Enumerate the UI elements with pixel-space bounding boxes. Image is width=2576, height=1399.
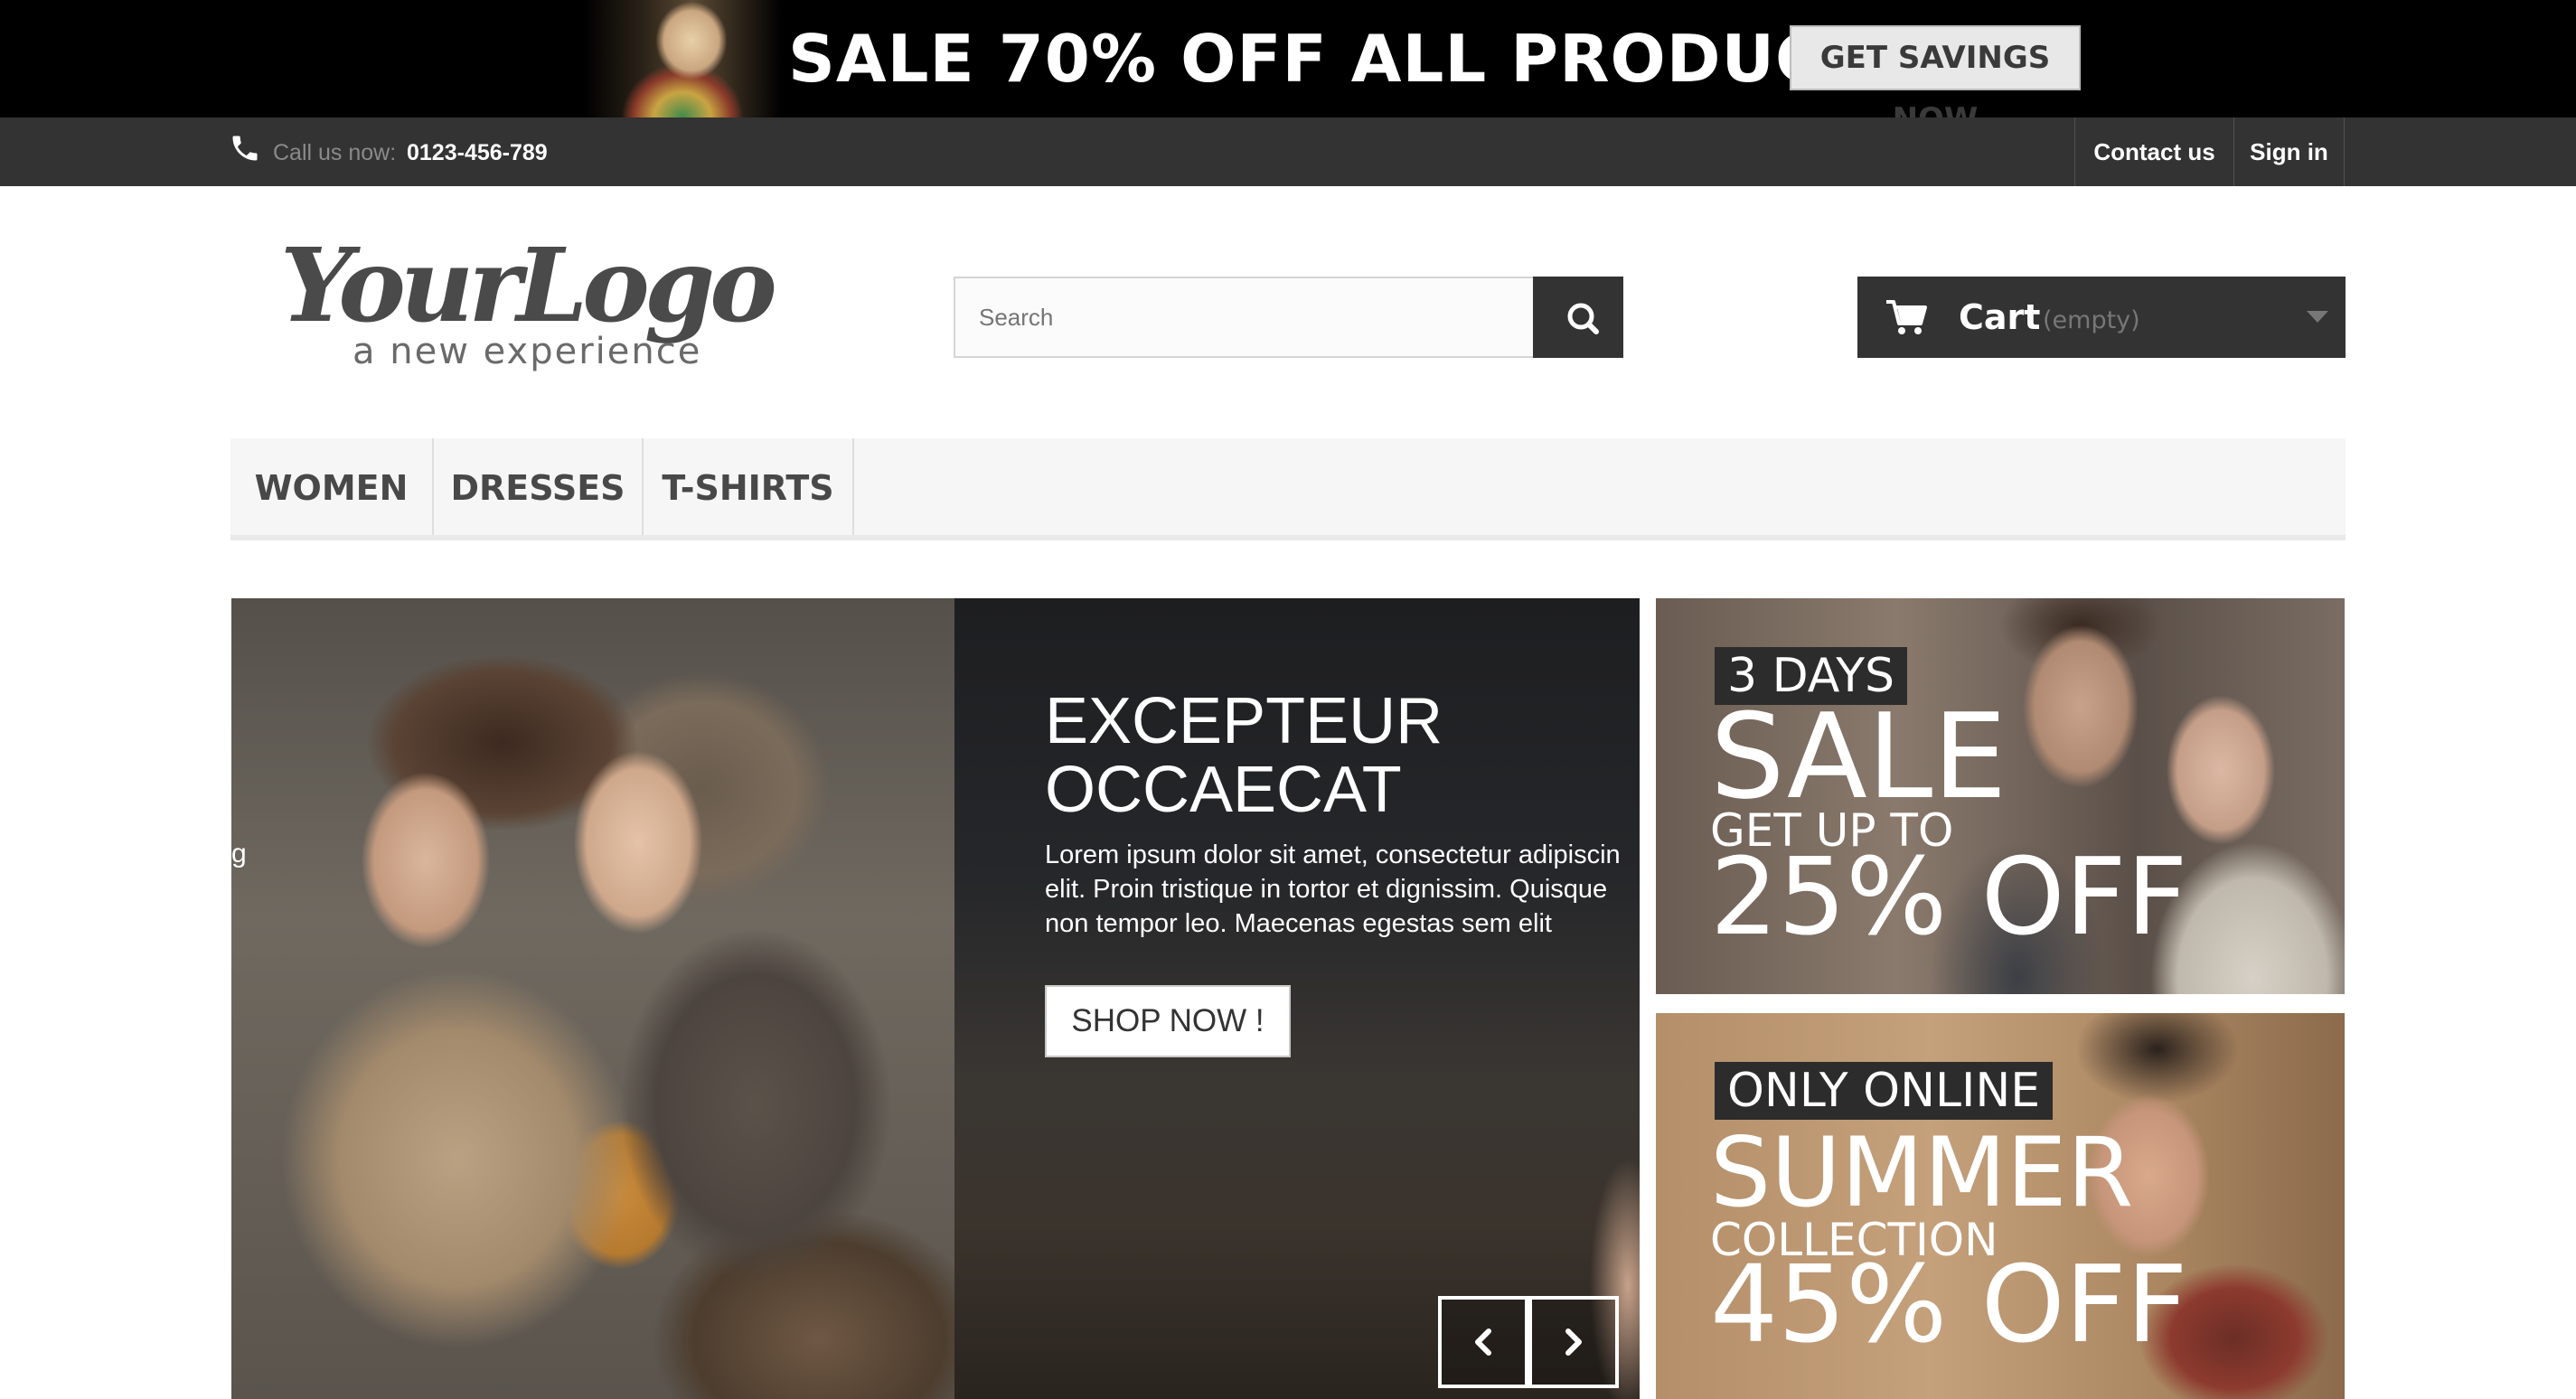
slide-cutoff-text: g	[231, 839, 247, 869]
slide-description: Lorem ipsum dolor sit amet, consectetur …	[1045, 838, 1640, 941]
slide-title: EXCEPTEUR OCCAECAT	[1045, 687, 1587, 824]
slide-image-women	[231, 598, 954, 1399]
slide-text-line-1: Lorem ipsum dolor sit amet, consectetur …	[1045, 840, 1621, 869]
main-menu: WOMEN DRESSES T-SHIRTS	[230, 438, 2346, 540]
chevron-left-icon	[1475, 1329, 1491, 1356]
slide-title-line-2: OCCAECAT	[1045, 754, 1402, 826]
banner-headline: SUMMER	[1710, 1117, 2134, 1228]
sign-in-link[interactable]: Sign in	[2233, 117, 2345, 186]
call-us-label: Call us now:	[273, 140, 397, 165]
top-nav-bar: Call us now: 0123-456-789 Contact us Sig…	[0, 117, 2576, 186]
logo-main-text: YourLogo	[280, 227, 775, 345]
phone-icon	[232, 136, 258, 161]
phone-number: 0123-456-789	[407, 140, 548, 165]
logo-image: YourLogo a new experience	[280, 227, 780, 372]
home-slider[interactable]: g EXCEPTEUR OCCAECAT Lorem ipsum dolor s…	[231, 598, 1640, 1399]
slide-title-line-1: EXCEPTEUR	[1045, 685, 1443, 757]
banner-headline: SALE	[1710, 688, 2007, 825]
search-button[interactable]	[1533, 277, 1623, 358]
shop-now-button[interactable]: SHOP NOW !	[1045, 985, 1291, 1057]
cart-status: (empty)	[2043, 306, 2140, 334]
site-logo[interactable]: YourLogo a new experience	[271, 226, 795, 380]
banner-tag: ONLY ONLINE	[1715, 1062, 2054, 1120]
get-savings-button[interactable]: GET SAVINGS NOW	[1790, 25, 2081, 117]
promo-model-image	[583, 0, 782, 117]
sale-banner[interactable]: 3 DAYS SALE GET UP TO 25% OFF	[1656, 598, 2345, 994]
promo-banner[interactable]: SALE 70% OFF ALL PRODUCTS GET SAVINGS NO…	[0, 0, 2576, 117]
contact-us-link[interactable]: Contact us	[2074, 117, 2233, 186]
banner-discount: 45% OFF	[1710, 1242, 2188, 1366]
menu-item-women[interactable]: WOMEN	[230, 438, 434, 535]
logo-tagline: a new experience	[353, 331, 701, 372]
cart-icon	[1886, 300, 1927, 334]
promo-text: SALE 70% OFF ALL PRODUCTS	[788, 21, 1917, 97]
caret-down-icon	[2307, 311, 2328, 323]
chevron-right-icon	[1565, 1329, 1582, 1356]
summer-collection-banner[interactable]: ONLY ONLINE SUMMER COLLECTION 45% OFF	[1656, 1013, 2345, 1399]
cart-label: Cart	[1959, 297, 2041, 337]
menu-item-t-shirts[interactable]: T-SHIRTS	[644, 438, 854, 535]
slide-text-line-2: elit. Proin tristique in tortor et digni…	[1045, 875, 1608, 904]
cart-block[interactable]: Cart (empty)	[1857, 277, 2346, 358]
banner-discount: 25% OFF	[1710, 834, 2188, 959]
search-icon	[1567, 303, 1599, 334]
slider-prev-button[interactable]	[1438, 1296, 1528, 1388]
slide-text-line-3: non tempor leo. Maecenas egestas sem eli…	[1045, 909, 1552, 938]
slider-next-button[interactable]	[1528, 1296, 1619, 1388]
menu-item-dresses[interactable]: DRESSES	[434, 438, 644, 535]
search-input[interactable]	[954, 277, 1535, 358]
